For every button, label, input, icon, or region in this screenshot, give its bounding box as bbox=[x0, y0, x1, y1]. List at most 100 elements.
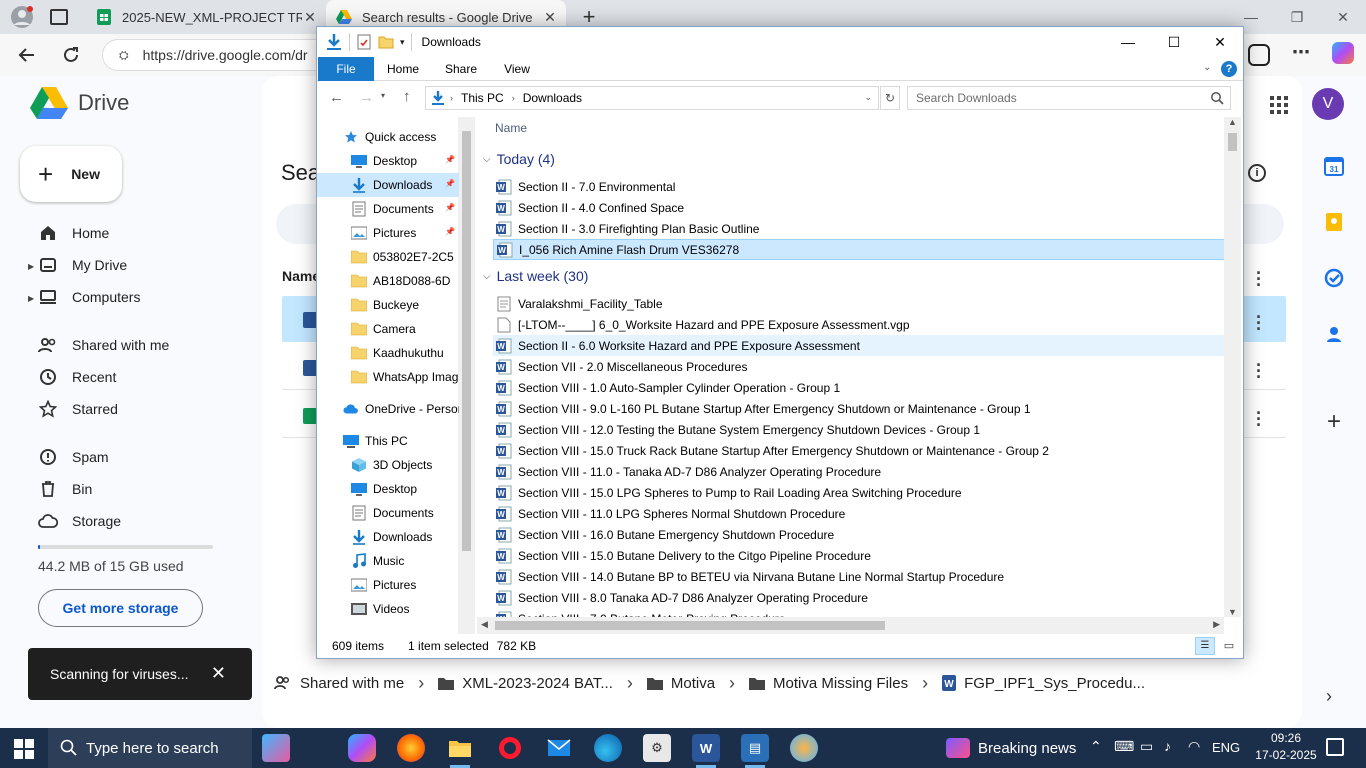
more-actions-icon[interactable]: · · · bbox=[1252, 308, 1266, 338]
nav-pane-item[interactable]: Music bbox=[317, 549, 459, 573]
file-group-header[interactable]: ⌵ Last week (30) bbox=[483, 266, 588, 286]
tab-home[interactable]: Home bbox=[377, 57, 429, 81]
nav-starred[interactable]: Starred bbox=[38, 394, 118, 424]
expand-icon[interactable]: ▶ bbox=[28, 294, 34, 303]
nav-pane-item[interactable]: Buckeye bbox=[317, 293, 459, 317]
file-row[interactable]: [-LTOM--____] 6_0_Worksite Hazard and PP… bbox=[493, 314, 1227, 335]
expand-icon[interactable]: ▶ bbox=[28, 262, 34, 271]
expand-ribbon-icon[interactable]: ⌄ bbox=[1203, 62, 1211, 73]
name-column-header[interactable]: Name bbox=[282, 268, 320, 284]
more-actions-icon[interactable]: · · · bbox=[1252, 264, 1266, 294]
nav-pane-item[interactable]: Pictures bbox=[317, 573, 459, 597]
url-field[interactable]: ⛭ https://drive.google.com/dr bbox=[102, 39, 342, 71]
nav-pane-item[interactable]: Documents bbox=[317, 501, 459, 525]
refresh-icon[interactable]: ↻ bbox=[880, 86, 900, 110]
more-actions-icon[interactable]: · · · bbox=[1252, 356, 1266, 386]
nav-bin[interactable]: Bin bbox=[38, 474, 92, 504]
notifications-icon[interactable] bbox=[1326, 738, 1344, 756]
nav-pane-item[interactable]: This PC bbox=[317, 429, 459, 453]
close-window-button[interactable]: ✕ bbox=[1320, 0, 1366, 34]
widgets-icon[interactable] bbox=[262, 734, 290, 762]
firefox-icon[interactable] bbox=[397, 734, 425, 762]
new-folder-icon[interactable] bbox=[378, 34, 394, 50]
drive-logo[interactable]: Drive bbox=[30, 86, 129, 120]
file-row[interactable]: W Section VIII - 9.0 L-160 PL Butane Star… bbox=[493, 398, 1227, 419]
nav-spam[interactable]: Spam bbox=[38, 442, 109, 472]
paint-icon[interactable] bbox=[790, 734, 818, 762]
snipping-tool-icon[interactable]: ⚙ bbox=[643, 734, 671, 762]
nav-pane-item[interactable]: Downloads bbox=[317, 525, 459, 549]
get-more-storage-button[interactable]: Get more storage bbox=[38, 589, 203, 627]
mail-icon[interactable] bbox=[545, 734, 573, 762]
nav-pane-item[interactable]: 053802E7-2C5 bbox=[317, 245, 459, 269]
file-row[interactable]: W Section II - 4.0 Confined Space bbox=[493, 197, 1227, 218]
copilot-icon[interactable] bbox=[348, 734, 376, 762]
network-drive-icon[interactable]: ⌨ bbox=[1114, 738, 1134, 755]
close-tab-icon[interactable]: ✕ bbox=[302, 9, 318, 25]
file-row[interactable]: W Section VIII - 11.0 LPG Spheres Normal … bbox=[493, 503, 1227, 524]
file-row[interactable]: W Section VIII - 1.0 Auto-Sampler Cylinde… bbox=[493, 377, 1227, 398]
file-row[interactable]: W Section VIII - 12.0 Testing the Butane … bbox=[493, 419, 1227, 440]
close-toast-icon[interactable]: ✕ bbox=[211, 663, 226, 684]
file-list-vertical-scrollbar[interactable]: ▲ ▼ bbox=[1224, 117, 1241, 617]
tab-view[interactable]: View bbox=[491, 57, 543, 81]
nav-pane-item[interactable]: 3D Objects bbox=[317, 453, 459, 477]
nav-pane-item[interactable]: Documents 📌 bbox=[317, 197, 459, 221]
profile-icon[interactable] bbox=[10, 5, 34, 29]
file-row[interactable]: W Section VIII - 11.0 - Tanaka AD-7 D86 A… bbox=[493, 461, 1227, 482]
navigation-scrollbar[interactable] bbox=[458, 117, 475, 634]
opera-icon[interactable] bbox=[496, 734, 524, 762]
nav-computers[interactable]: Computers bbox=[38, 282, 140, 312]
nav-pane-item[interactable]: Videos bbox=[317, 597, 459, 621]
contacts-icon[interactable] bbox=[1322, 322, 1346, 346]
battery-icon[interactable]: ▭ bbox=[1140, 738, 1153, 755]
nav-pane-item[interactable]: OneDrive - Person bbox=[317, 397, 459, 421]
tab-project-tracker[interactable]: 2025-NEW_XML-PROJECT TRACK ✕ bbox=[86, 0, 326, 34]
restore-window-button[interactable]: ❐ bbox=[1274, 0, 1320, 34]
nav-pane-item[interactable]: Kaadhukuthu bbox=[317, 341, 459, 365]
start-button[interactable] bbox=[14, 739, 34, 759]
properties-icon[interactable] bbox=[356, 34, 372, 50]
scroll-down-icon[interactable]: ▼ bbox=[1228, 607, 1237, 617]
help-icon[interactable]: ? bbox=[1221, 61, 1237, 77]
explorer-title-bar[interactable]: ▾ Downloads — ☐ ✕ bbox=[317, 27, 1243, 57]
file-row[interactable]: W Section VIII - 14.0 Butane BP to BETEU … bbox=[493, 566, 1227, 587]
file-group-header[interactable]: ⌵ Today (4) bbox=[483, 149, 555, 169]
path-segment[interactable]: This PC bbox=[461, 91, 504, 105]
tab-file[interactable]: File bbox=[318, 57, 374, 81]
more-actions-icon[interactable]: · · · bbox=[1252, 404, 1266, 434]
reload-button[interactable] bbox=[56, 40, 86, 70]
breadcrumb-item[interactable]: Motiva bbox=[671, 675, 715, 692]
close-explorer-button[interactable]: ✕ bbox=[1197, 27, 1243, 57]
maximize-explorer-button[interactable]: ☐ bbox=[1151, 27, 1197, 57]
nav-pane-item[interactable]: Desktop bbox=[317, 477, 459, 501]
edge-icon[interactable] bbox=[594, 734, 622, 762]
close-tab-icon[interactable]: ✕ bbox=[542, 9, 558, 25]
copilot-icon[interactable] bbox=[1332, 42, 1354, 64]
nav-storage[interactable]: Storage bbox=[38, 506, 121, 536]
breadcrumb-item[interactable]: XML-2023-2024 BAT... bbox=[462, 675, 613, 692]
avatar[interactable]: V bbox=[1312, 88, 1344, 120]
recent-locations-icon[interactable]: ▾ bbox=[381, 91, 385, 100]
news-widget[interactable]: Breaking news bbox=[946, 728, 1076, 768]
column-header-name[interactable]: Name bbox=[495, 121, 527, 135]
path-segment[interactable]: Downloads bbox=[523, 91, 582, 105]
scroll-thumb[interactable] bbox=[462, 131, 471, 551]
nav-home[interactable]: Home bbox=[38, 218, 109, 248]
clock[interactable]: 09:26 17-02-2025 bbox=[1254, 730, 1318, 764]
explorer-search-input[interactable]: Search Downloads bbox=[907, 86, 1231, 110]
file-row[interactable]: W Section II - 3.0 Firefighting Plan Basi… bbox=[493, 218, 1227, 239]
tab-share[interactable]: Share bbox=[435, 57, 487, 81]
calendar-icon[interactable]: 31 bbox=[1322, 154, 1346, 178]
nav-shared-with-me[interactable]: Shared with me bbox=[38, 330, 169, 360]
large-icons-view-icon[interactable]: ▭ bbox=[1219, 637, 1239, 655]
file-row[interactable]: W Section VIII - 15.0 Truck Rack Butane S… bbox=[493, 440, 1227, 461]
chevron-right-icon[interactable]: › bbox=[512, 93, 515, 103]
scroll-right-icon[interactable]: ▶ bbox=[1213, 619, 1220, 630]
scroll-thumb[interactable] bbox=[495, 621, 885, 630]
wifi-icon[interactable]: ◠ bbox=[1188, 738, 1200, 755]
forward-icon[interactable]: → bbox=[359, 89, 374, 106]
scroll-thumb[interactable] bbox=[1228, 133, 1237, 151]
customize-toolbar-icon[interactable]: ▾ bbox=[400, 37, 405, 48]
keep-icon[interactable] bbox=[1322, 210, 1346, 234]
